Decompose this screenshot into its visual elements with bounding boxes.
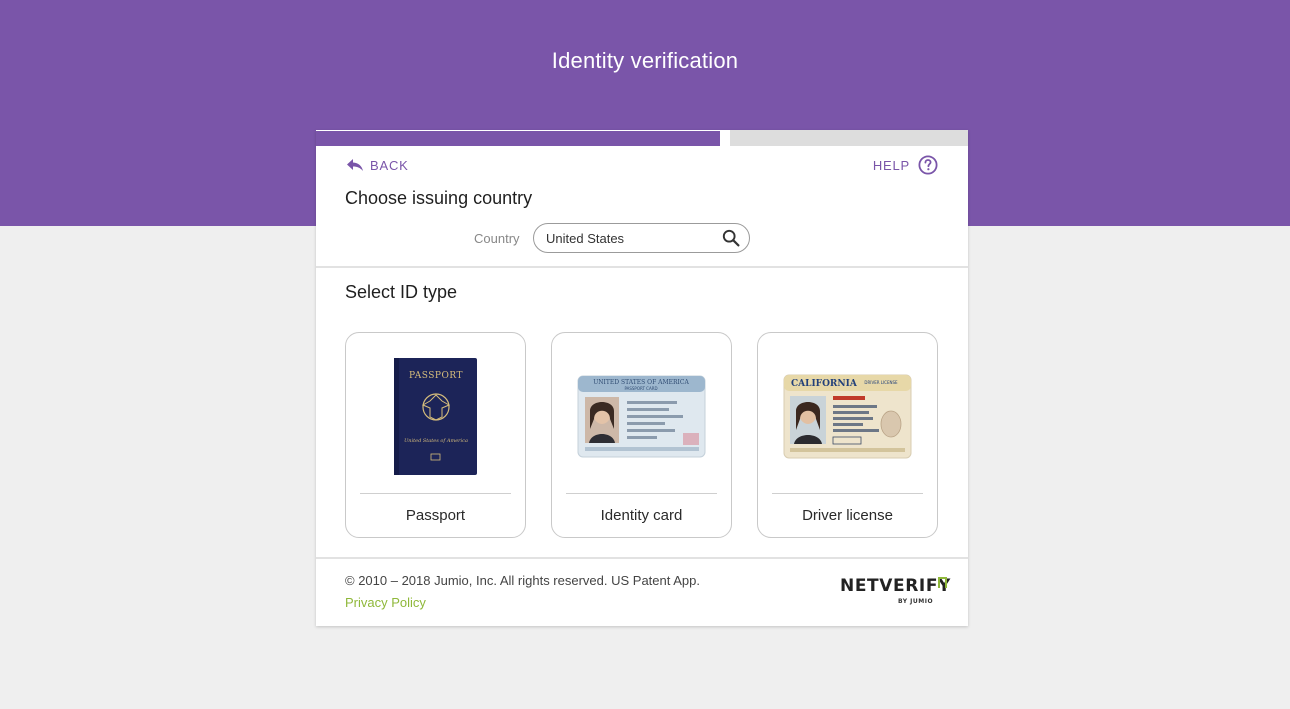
identity-card-subheader: PASSPORT CARD	[624, 386, 657, 391]
country-input[interactable]	[546, 229, 716, 247]
section-divider	[316, 266, 968, 268]
passport-image: PASSPORT United States of America	[360, 347, 511, 487]
progress-remaining	[730, 130, 968, 146]
passport-illustration: PASSPORT United States of America	[393, 358, 477, 475]
page-title: Identity verification	[551, 48, 739, 73]
back-label: BACK	[370, 157, 409, 173]
brand-sub: BY JUMIO	[898, 598, 934, 605]
driver-license-header: CALIFORNIA	[791, 379, 858, 389]
id-option-passport[interactable]: PASSPORT United States of America Passpo…	[345, 332, 526, 538]
passport-cover-subtext: United States of America	[404, 438, 468, 444]
privacy-policy-link[interactable]: Privacy Policy	[345, 595, 426, 610]
copyright-text: © 2010 – 2018 Jumio, Inc. All rights res…	[345, 573, 700, 588]
id-option-driver-license[interactable]: CALIFORNIA DRIVER LICENSE Driver license	[757, 332, 938, 538]
passport-cover-text: PASSPORT	[409, 371, 463, 381]
id-section-title: Select ID type	[345, 282, 458, 302]
brand-name: NETVERIFY	[840, 576, 951, 596]
help-label: HELP	[872, 157, 910, 173]
country-search-field[interactable]	[533, 223, 750, 253]
identity-card-image: UNITED STATES OF AMERICA PASSPORT CARD	[566, 347, 717, 487]
netverify-logo: NETVERIFY BY JUMIO	[840, 576, 952, 608]
identity-card-header: UNITED STATES OF AMERICA	[593, 379, 689, 386]
option-separator	[772, 493, 923, 494]
back-arrow-icon	[347, 159, 363, 171]
footer-divider	[316, 557, 968, 559]
option-separator	[360, 493, 511, 494]
help-button[interactable]: HELP	[873, 154, 938, 176]
progress-fill	[316, 131, 720, 146]
id-option-label: Identity card	[600, 507, 683, 524]
id-option-identity-card[interactable]: UNITED STATES OF AMERICA PASSPORT CARD I…	[551, 332, 732, 538]
progress-bar	[316, 130, 968, 146]
driver-license-image: CALIFORNIA DRIVER LICENSE	[772, 347, 923, 487]
driver-license-subheader: DRIVER LICENSE	[864, 380, 898, 385]
back-button[interactable]: BACK	[346, 156, 409, 174]
search-icon[interactable]	[722, 229, 740, 247]
id-type-options: PASSPORT United States of America Passpo…	[345, 332, 939, 538]
brand-mark-icon	[938, 577, 947, 588]
country-field-label: Country	[474, 231, 520, 246]
option-separator	[566, 493, 717, 494]
id-option-label: Passport	[405, 507, 466, 524]
help-circle-icon	[918, 155, 938, 175]
country-section-title: Choose issuing country	[345, 188, 533, 208]
verification-card: BACK HELP Choose issuing country Country…	[316, 130, 968, 626]
id-option-label: Driver license	[802, 507, 893, 524]
driver-license-illustration: CALIFORNIA DRIVER LICENSE	[783, 374, 911, 459]
identity-card-illustration: UNITED STATES OF AMERICA PASSPORT CARD	[577, 375, 705, 458]
